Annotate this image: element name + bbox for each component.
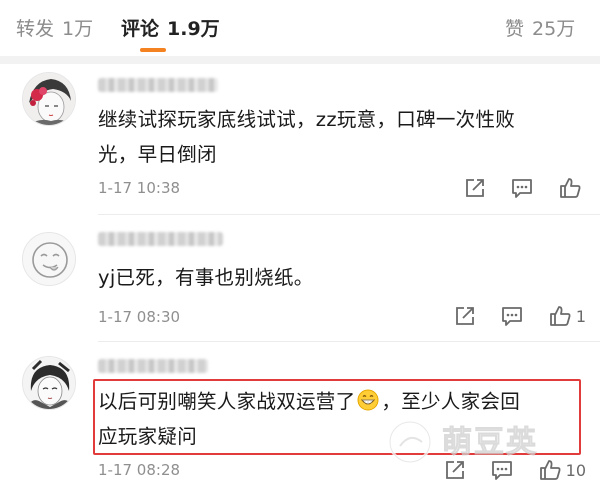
thumbs-up-icon [539,460,561,480]
share-icon [445,461,464,479]
comment-text: yj已死，有事也别烧纸。 [98,260,578,295]
repost-button[interactable] [454,305,476,327]
section-divider [0,56,600,64]
comment-divider [98,214,600,215]
comment-text-line: yj已死，有事也别烧纸。 [98,266,314,289]
active-tab-indicator [140,48,166,52]
reply-button[interactable] [490,459,514,481]
comment-actions: 10 [420,457,586,483]
comment-timestamp: 1-17 08:28 [98,461,181,479]
tab-comments-count: 1.9万 [167,18,220,40]
anime-girl-sketch-avatar[interactable] [22,356,76,410]
tab-reposts-label: 转发 [16,18,55,40]
share-icon [455,307,474,325]
like-count: 10 [565,460,586,480]
username-redacted[interactable] [98,78,218,92]
tongue-out-face-avatar[interactable] [22,232,76,286]
comment-divider [98,341,600,342]
comment-timestamp: 1-17 10:38 [98,179,181,197]
comment-icon [501,307,522,326]
repost-button[interactable] [464,177,486,199]
like-count: 1 [575,306,586,326]
username-redacted[interactable] [98,359,208,373]
comment-actions: 1 [430,303,586,329]
anime-girl-red-avatar[interactable] [22,72,76,126]
thumbs-up-icon [549,306,571,326]
tab-likes-count: 25万 [532,18,576,40]
tab-reposts[interactable]: 转发 1万 [16,14,93,41]
like-button[interactable]: 1 [548,304,586,328]
comment-icon [491,461,512,480]
share-icon [466,179,484,197]
tab-likes-label: 赞 [505,18,525,40]
comment-text-line: 继续试探玩家底线试试，zz玩意，口碑一次性败 [98,108,516,131]
comment-actions [440,175,586,201]
reply-button[interactable] [500,305,524,327]
like-button[interactable]: 10 [538,458,586,482]
tab-comments-label: 评论 [121,18,160,40]
highlight-box [93,379,581,455]
comment-text: 继续试探玩家底线试试，zz玩意，口碑一次性败 光，早日倒闭 [98,102,578,172]
tab-reposts-count: 1万 [62,18,94,40]
comment-text-line: 光，早日倒闭 [98,143,217,166]
reply-button[interactable] [510,177,534,199]
comment-tabs: 转发 1万 评论 1.9万 赞 25万 [0,0,600,56]
username-redacted[interactable] [98,232,223,246]
tab-comments[interactable]: 评论 1.9万 [121,14,220,41]
thumbs-up-icon [560,178,581,198]
like-button[interactable] [558,176,586,200]
comment-timestamp: 1-17 08:30 [98,308,181,326]
tab-likes[interactable]: 赞 25万 [505,14,575,41]
comment-icon [512,179,532,198]
repost-button[interactable] [444,459,466,481]
